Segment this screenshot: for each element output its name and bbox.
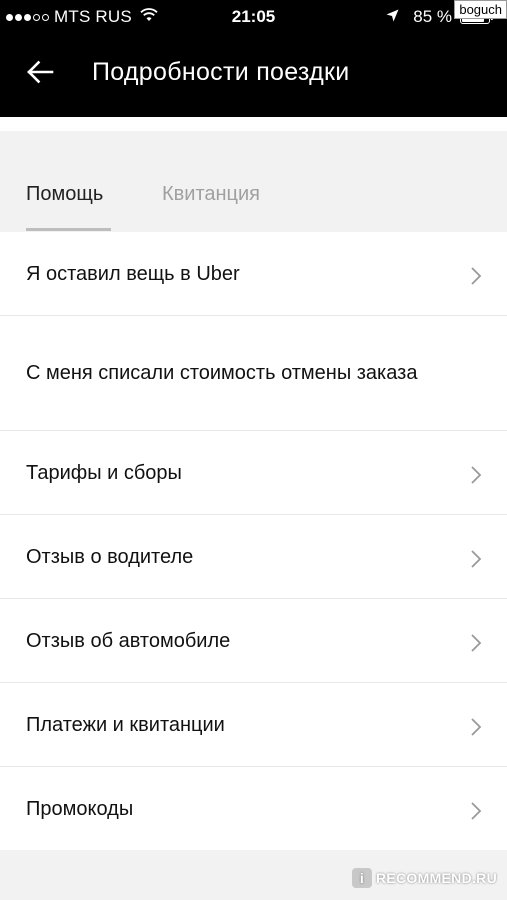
list-item-driver-feedback[interactable]: Отзыв о водителе bbox=[0, 515, 507, 599]
list-item-label: С меня списали стоимость отмены заказа bbox=[26, 362, 418, 384]
list-item-label: Платежи и квитанции bbox=[26, 713, 225, 736]
active-tab-indicator bbox=[26, 228, 111, 231]
navigation-header: Подробности поездки bbox=[0, 34, 507, 117]
list-item-label: Промокоды bbox=[26, 798, 134, 820]
list-item-label: Тарифы и сборы bbox=[26, 461, 182, 484]
list-item-fares-fees[interactable]: Тарифы и сборы bbox=[0, 431, 507, 515]
list-item-lost-item[interactable]: Я оставил вещь в Uber bbox=[0, 232, 507, 316]
list-item-promo-codes[interactable]: Промокоды bbox=[0, 767, 507, 851]
chevron-right-icon bbox=[469, 264, 483, 285]
site-watermark: i RECOMMEND.RU bbox=[351, 868, 497, 888]
list-item-vehicle-feedback[interactable]: Отзыв об автомобиле bbox=[0, 599, 507, 683]
chevron-right-icon bbox=[469, 799, 483, 820]
list-item-cancellation-fee[interactable]: С меня списали стоимость отмены заказа bbox=[0, 316, 507, 431]
tab-receipt[interactable]: Квитанция bbox=[162, 183, 260, 231]
page-title: Подробности поездки bbox=[92, 58, 350, 86]
tab-help[interactable]: Помощь bbox=[26, 183, 103, 231]
chevron-right-icon bbox=[469, 463, 483, 484]
list-item-payments-receipts[interactable]: Платежи и квитанции bbox=[0, 683, 507, 767]
battery-percentage: 85 % bbox=[413, 7, 452, 26]
help-topics-list: Я оставил вещь в Uber С меня списали сто… bbox=[0, 232, 507, 851]
site-watermark-text: RECOMMEND.RU bbox=[375, 870, 497, 886]
location-arrow-icon bbox=[386, 7, 399, 27]
list-item-label: Отзыв об автомобиле bbox=[26, 629, 231, 652]
status-bar: MTS RUS 21:05 85 % boguch bbox=[0, 0, 507, 34]
chevron-right-icon bbox=[469, 547, 483, 568]
header-separator bbox=[0, 117, 507, 131]
chevron-right-icon bbox=[469, 715, 483, 736]
phone-screen: MTS RUS 21:05 85 % boguch Подробности по… bbox=[0, 0, 507, 900]
tab-bar: Помощь Квитанция bbox=[0, 131, 507, 232]
chevron-right-icon bbox=[469, 631, 483, 652]
recommend-logo-icon: i bbox=[351, 868, 372, 888]
list-item-label: Я оставил вещь в Uber bbox=[26, 262, 240, 285]
arrow-left-icon bbox=[26, 60, 54, 89]
back-button[interactable] bbox=[20, 56, 60, 92]
list-item-label: Отзыв о водителе bbox=[26, 545, 194, 568]
user-watermark: boguch bbox=[454, 0, 507, 19]
